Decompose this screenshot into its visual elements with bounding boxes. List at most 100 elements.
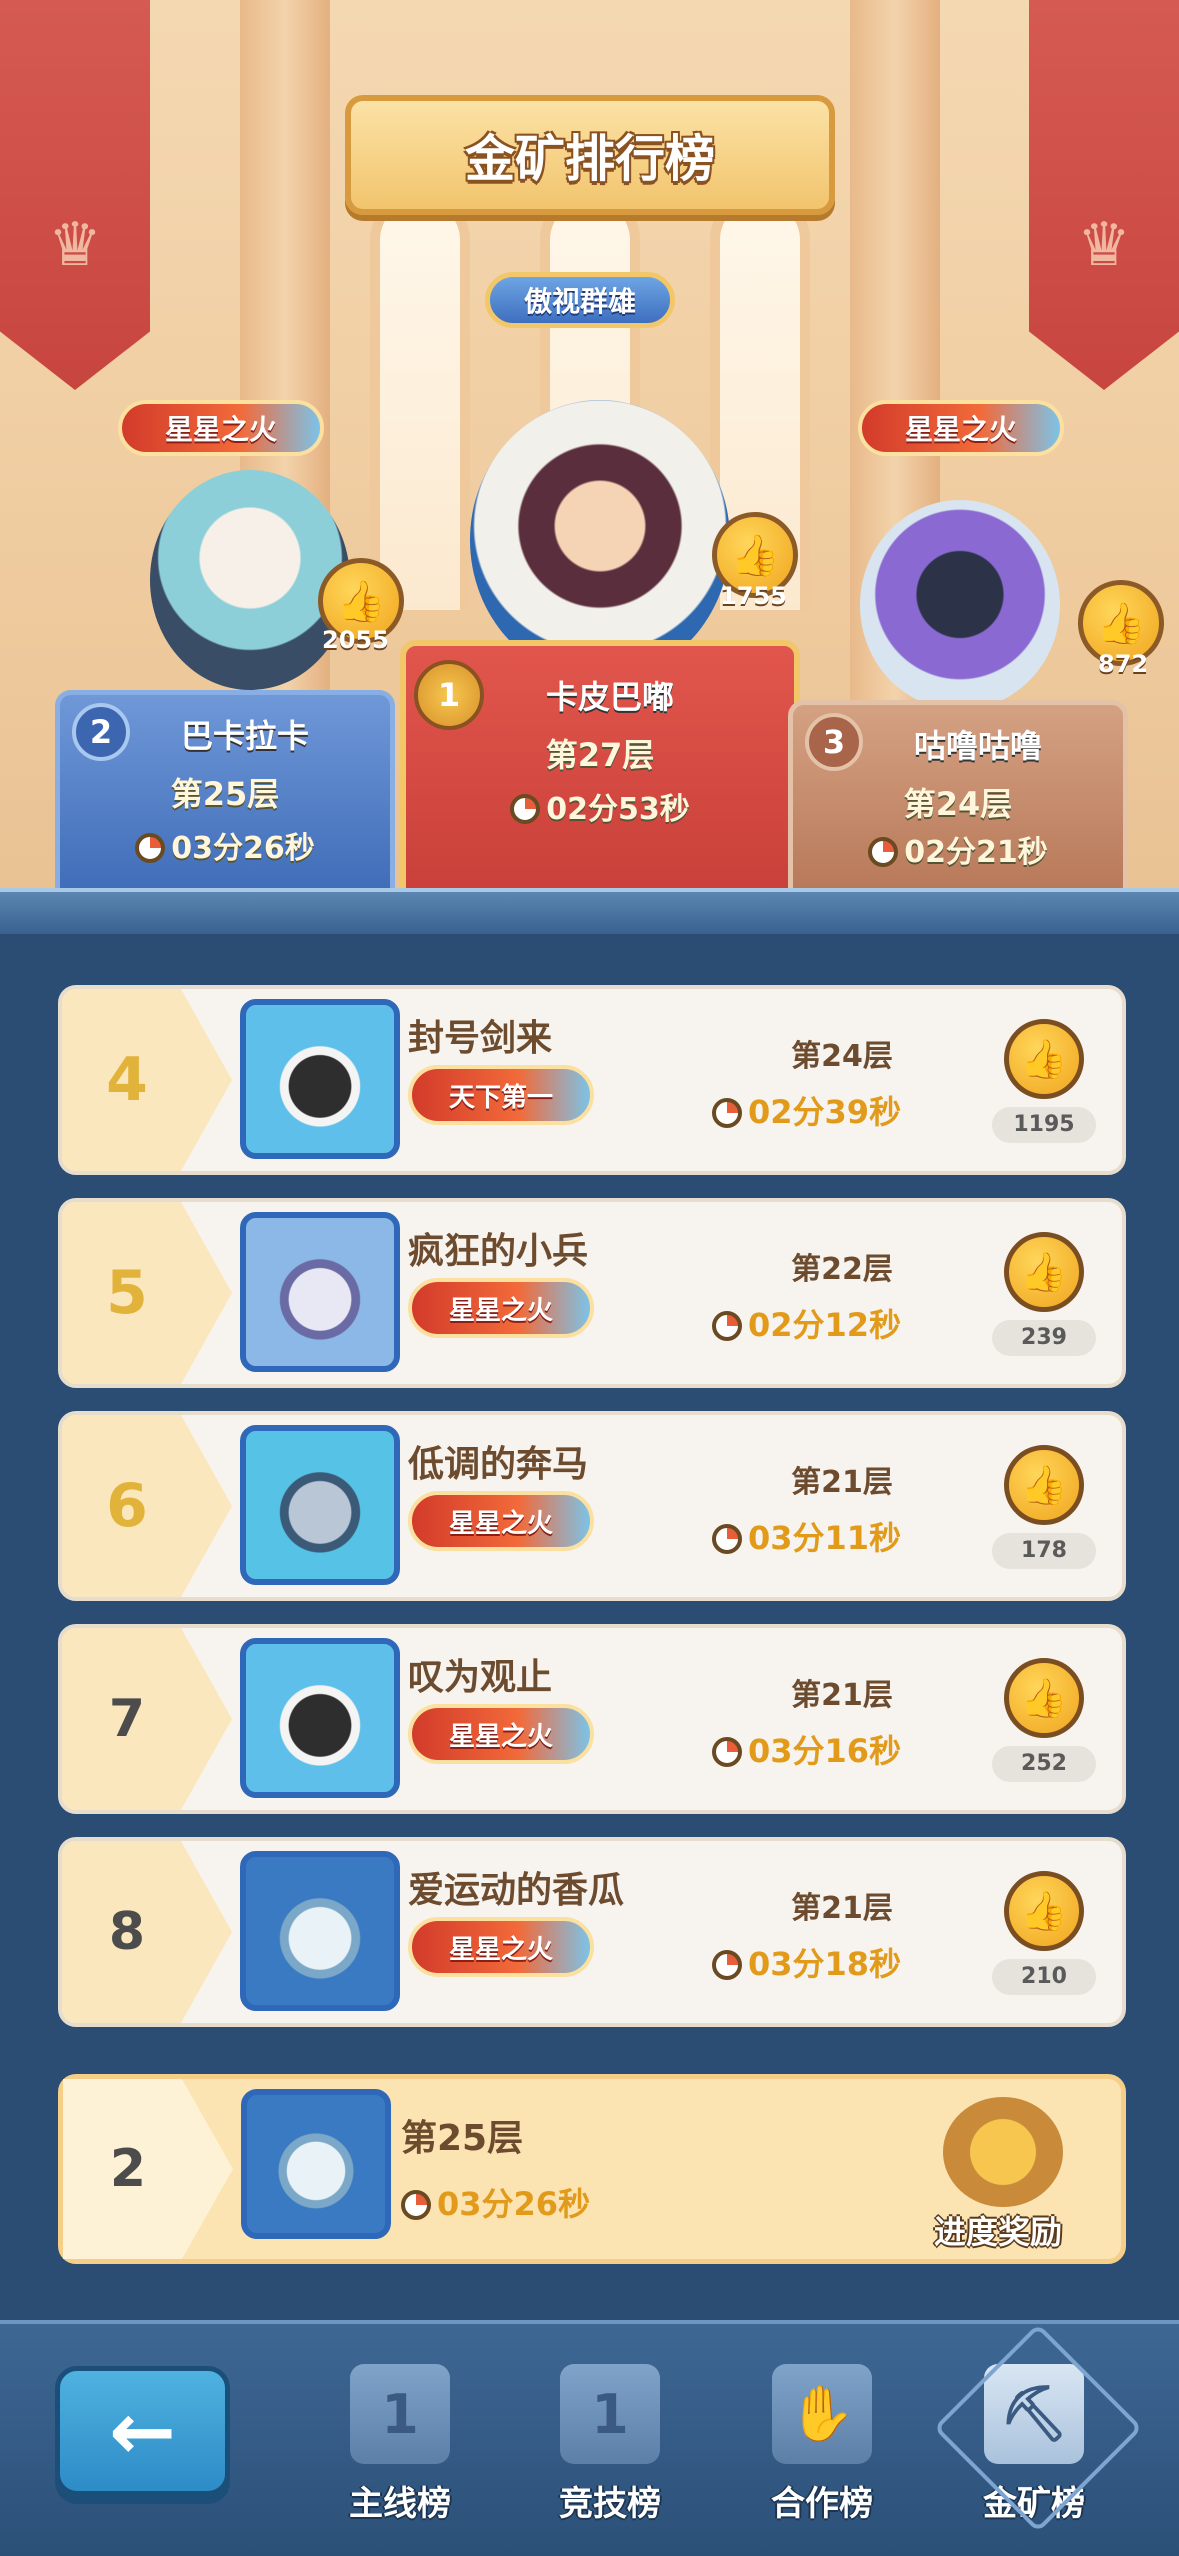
tab-cooperation[interactable]: ✋ 合作榜 xyxy=(742,2364,902,2544)
player-name: 低调的奔马 xyxy=(408,1444,589,1485)
rank-number: 8 xyxy=(108,1902,146,1962)
avatar[interactable] xyxy=(240,1425,400,1585)
like-count: 1195 xyxy=(992,1107,1096,1143)
like-count: 252 xyxy=(992,1746,1096,1782)
clock-icon xyxy=(510,794,541,824)
time-text: 03分18秒 xyxy=(712,1939,901,1985)
third-place-name: 咕噜咕噜 xyxy=(913,727,1042,765)
time-text: 03分11秒 xyxy=(712,1513,901,1559)
progress-reward-label[interactable]: 进度奖励 xyxy=(883,2207,1113,2253)
first-place-character xyxy=(470,400,730,680)
avatar[interactable] xyxy=(240,1638,400,1798)
list-item[interactable]: 5 疯狂的小兵 星星之火 第22层 02分12秒 👍 239 xyxy=(58,1198,1126,1388)
my-avatar[interactable] xyxy=(241,2089,391,2239)
right-banner: ♛ xyxy=(1029,0,1179,390)
page-title: 金矿排行榜 xyxy=(465,130,715,188)
clock-icon xyxy=(712,1950,742,1980)
rank-number: 4 xyxy=(106,1045,148,1115)
clock-icon xyxy=(712,1311,742,1341)
avatar[interactable] xyxy=(240,999,400,1159)
first-place-time: 02分53秒 xyxy=(406,784,794,828)
clock-icon xyxy=(868,837,899,867)
thumbs-up-icon[interactable]: 👍 xyxy=(1004,1019,1084,1099)
time-text: 03分16秒 xyxy=(712,1726,901,1772)
podium-first: 1 卡皮巴嘟 第27层 02分53秒 xyxy=(400,640,800,900)
floor-text: 第21层 xyxy=(791,1678,893,1713)
thumbs-up-icon[interactable]: 👍 xyxy=(1004,1658,1084,1738)
floor-text: 第22层 xyxy=(791,1252,893,1287)
tab-label: 金矿榜 xyxy=(983,2484,1085,2524)
tab-arena[interactable]: 1 竞技榜 xyxy=(530,2364,690,2544)
treasure-chest-icon[interactable] xyxy=(943,2097,1063,2207)
first-place-name: 卡皮巴嘟 xyxy=(545,678,674,716)
third-place-time: 02分21秒 xyxy=(793,827,1123,871)
crown-icon: ♛ xyxy=(1077,210,1131,280)
tab-label: 竞技榜 xyxy=(559,2484,661,2524)
my-rank-number: 2 xyxy=(109,2139,147,2199)
thumbs-up-icon[interactable]: 👍 xyxy=(1004,1445,1084,1525)
center-title-badge: 傲视群雄 xyxy=(485,272,675,328)
second-place-likes: 2055 xyxy=(322,626,389,654)
title-ribbon: 金矿排行榜 xyxy=(345,95,835,215)
thumbs-up-icon[interactable]: 👍 xyxy=(1004,1232,1084,1312)
mine-cart-icon: ⛏ xyxy=(984,2364,1084,2464)
crown-icon: ♛ xyxy=(48,210,102,280)
podium-header: ♛ ♛ 金矿排行榜 傲视群雄 星星之火 星星之火 👍 2055 👍 1755 👍… xyxy=(0,0,1179,900)
avatar[interactable] xyxy=(240,1851,400,2011)
thumbs-up-icon[interactable]: 👍 xyxy=(1004,1871,1084,1951)
list-divider xyxy=(0,888,1179,934)
clock-icon xyxy=(712,1737,742,1767)
back-button[interactable]: ← xyxy=(55,2366,230,2496)
second-place-name: 巴卡拉卡 xyxy=(180,717,309,755)
time-text: 02分39秒 xyxy=(712,1087,901,1133)
floor-text: 第24层 xyxy=(791,1039,893,1074)
rank-number: 6 xyxy=(106,1471,148,1541)
trophy-icon: 1 xyxy=(560,2364,660,2464)
second-place-character xyxy=(150,470,350,690)
third-place-likes: 872 xyxy=(1098,650,1149,678)
my-time: 03分26秒 xyxy=(401,2179,590,2225)
second-place-floor: 第25层 xyxy=(170,775,280,813)
bottom-nav: ← 1 主线榜 1 竞技榜 ✋ 合作榜 ⛏ 金矿榜 xyxy=(0,2320,1179,2556)
rank-number: 5 xyxy=(106,1258,148,1328)
time-text: 02分12秒 xyxy=(712,1300,901,1346)
third-place-floor: 第24层 xyxy=(903,785,1013,823)
tab-gold-mine[interactable]: ⛏ 金矿榜 xyxy=(954,2364,1114,2544)
clock-icon xyxy=(135,833,166,863)
window xyxy=(370,190,470,610)
tab-label: 主线榜 xyxy=(349,2484,451,2524)
podium-second: 2 巴卡拉卡 第25层 03分26秒 xyxy=(55,690,395,900)
player-name: 爱运动的香瓜 xyxy=(408,1870,625,1911)
player-name: 叹为观止 xyxy=(408,1657,553,1698)
left-banner: ♛ xyxy=(0,0,150,390)
third-place-character xyxy=(860,500,1060,710)
clock-icon xyxy=(712,1524,742,1554)
podium-icon: 1 xyxy=(350,2364,450,2464)
clock-icon xyxy=(401,2190,431,2220)
my-rank-row: 2 第25层 03分26秒 进度奖励 xyxy=(58,2074,1126,2264)
second-place-time: 03分26秒 xyxy=(60,823,390,867)
list-item[interactable]: 6 低调的奔马 星星之火 第21层 03分11秒 👍 178 xyxy=(58,1411,1126,1601)
podium-third: 3 咕噜咕噜 第24层 02分21秒 xyxy=(788,700,1128,900)
list-item[interactable]: 4 封号剑来 天下第一 第24层 02分39秒 👍 1195 xyxy=(58,985,1126,1175)
avatar[interactable] xyxy=(240,1212,400,1372)
player-name: 封号剑来 xyxy=(408,1018,553,1059)
floor-text: 第21层 xyxy=(791,1465,893,1500)
title-badge: 星星之火 xyxy=(408,1278,594,1338)
like-count: 239 xyxy=(992,1320,1096,1356)
list-item[interactable]: 8 爱运动的香瓜 星星之火 第21层 03分18秒 👍 210 xyxy=(58,1837,1126,2027)
title-badge: 天下第一 xyxy=(408,1065,594,1125)
clock-icon xyxy=(712,1098,742,1128)
third-place-badge: 星星之火 xyxy=(858,400,1064,456)
title-badge: 星星之火 xyxy=(408,1917,594,1977)
like-count: 210 xyxy=(992,1959,1096,1995)
like-count: 178 xyxy=(992,1533,1096,1569)
floor-text: 第21层 xyxy=(791,1891,893,1926)
back-arrow-icon: ← xyxy=(108,2384,177,2478)
rank-number: 7 xyxy=(108,1689,146,1749)
list-item[interactable]: 7 叹为观止 星星之火 第21层 03分16秒 👍 252 xyxy=(58,1624,1126,1814)
player-name: 疯狂的小兵 xyxy=(408,1231,589,1272)
title-badge: 星星之火 xyxy=(408,1704,594,1764)
tab-main-line[interactable]: 1 主线榜 xyxy=(320,2364,480,2544)
first-place-floor: 第27层 xyxy=(545,736,655,774)
